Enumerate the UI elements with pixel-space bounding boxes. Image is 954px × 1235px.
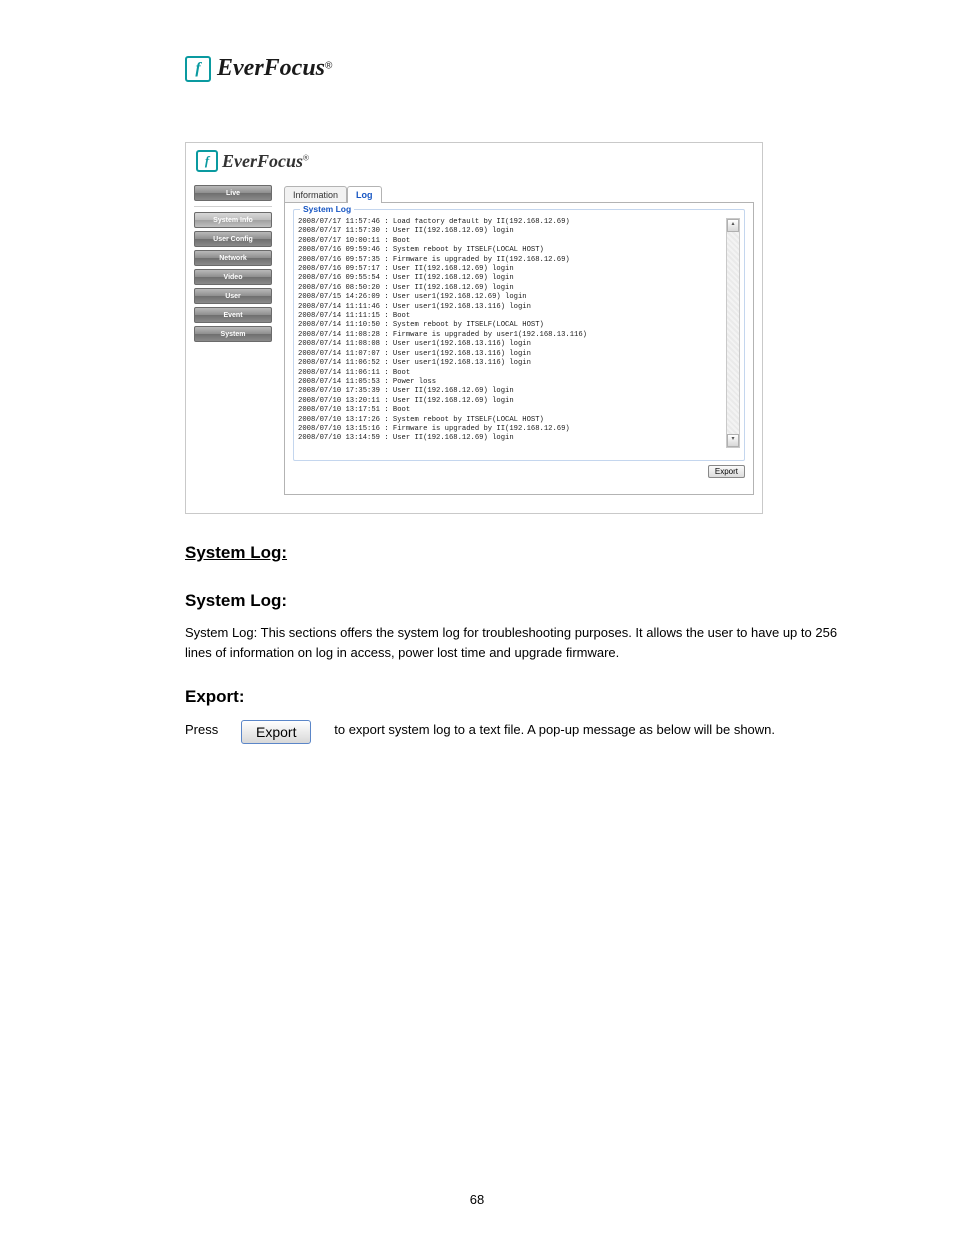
system-log-text: 2008/07/17 11:57:46 : Load factory defau… [298,218,724,448]
shot-brand-word: EverFocus® [222,151,309,172]
brand-logo: f EverFocus® [185,55,859,82]
scroll-up-icon[interactable]: ▴ [727,219,739,232]
tab-log[interactable]: Log [347,186,382,203]
brand-word: EverFocus® [217,55,332,82]
everfocus-icon: f [185,56,211,82]
systemlog-paragraph: System Log: This sections offers the sys… [185,623,859,662]
sidebar-item-user-config[interactable]: User Config [194,231,272,247]
sidebar-item-system-info[interactable]: System Info [194,212,272,228]
log-panel: System Log 2008/07/17 11:57:46 : Load fa… [284,202,754,495]
export-button-illustration: Export [241,720,311,744]
scroll-down-icon[interactable]: ▾ [727,434,739,447]
doc-body: System Log: System Log: System Log: This… [185,540,859,744]
sidebar-item-video[interactable]: Video [194,269,272,285]
export-paragraph: to export system log to a text file. A p… [334,720,775,740]
scroll-track[interactable] [727,232,739,434]
system-log-legend: System Log [300,204,354,214]
tab-information[interactable]: Information [284,186,347,203]
sidebar: Live System Info User Config Network Video Us… [194,185,272,495]
sidebar-item-event[interactable]: Event [194,307,272,323]
sidebar-item-network[interactable]: Network [194,250,272,266]
subheading-systemlog: System Log: [185,588,859,614]
export-instruction-row: Press Export to export system log to a t… [185,720,859,744]
sidebar-item-live[interactable]: Live [194,185,272,201]
section-heading-systemlog: System Log: [185,540,859,566]
subheading-export: Export: [185,684,859,710]
tabs: InformationLog [284,185,754,202]
scrollbar[interactable]: ▴ ▾ [726,218,740,448]
export-button[interactable]: Export [708,465,745,478]
sidebar-separator [194,206,272,207]
page-number: 68 [0,1192,954,1207]
sidebar-item-user[interactable]: User [194,288,272,304]
sidebar-item-system[interactable]: System [194,326,272,342]
everfocus-icon: f [196,150,218,172]
press-label: Press [185,720,218,740]
system-log-group: System Log 2008/07/17 11:57:46 : Load fa… [293,209,745,461]
main-panel: InformationLog System Log 2008/07/17 11:… [284,185,754,495]
admin-ui-screenshot: f EverFocus® Live System Info User Config N… [185,142,763,514]
shot-brand-header: f EverFocus® [186,143,762,179]
